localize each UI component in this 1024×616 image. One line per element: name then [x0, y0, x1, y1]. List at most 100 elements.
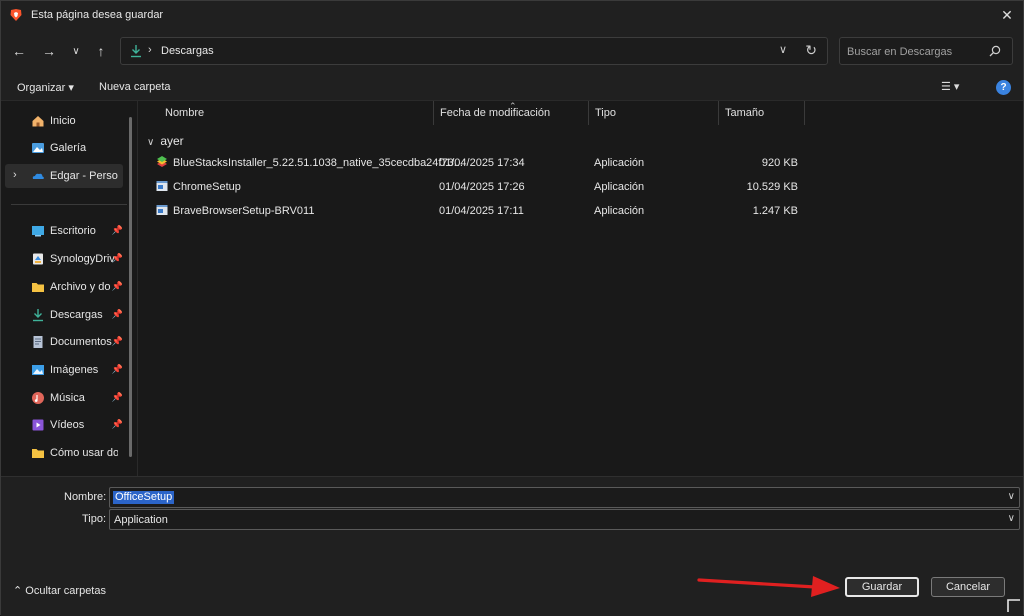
file-name-label: Nombre: [64, 491, 107, 503]
sidebar-item-archivo[interactable]: Archivo y do 📌 [1, 275, 127, 299]
pictures-icon [32, 365, 44, 375]
recent-locations-button[interactable]: ∨ [66, 41, 86, 61]
sidebar-item-como-usar[interactable]: Cómo usar dos [1, 441, 127, 465]
hide-folders-button[interactable]: ⌃ Ocultar carpetas [13, 584, 106, 597]
home-icon [32, 116, 44, 127]
column-header-size[interactable]: Tamaño [719, 101, 805, 125]
address-dropdown-icon[interactable]: ∨ [779, 43, 787, 56]
file-name: BraveBrowserSetup-BRV011 [173, 205, 315, 217]
sidebar-item-onedrive[interactable]: › Edgar - Persona [5, 164, 123, 188]
sidebar-item-partial[interactable] [1, 469, 127, 476]
onedrive-icon [32, 173, 44, 179]
column-header-type[interactable]: Tipo [589, 101, 719, 125]
sidebar-item-inicio[interactable]: Inicio [1, 109, 127, 133]
gallery-icon [32, 143, 44, 153]
brave-logo-icon [10, 9, 22, 21]
breadcrumb-separator: › [148, 44, 152, 56]
file-size: 10.529 KB [746, 181, 798, 193]
new-folder-button[interactable]: Nueva carpeta [99, 81, 171, 93]
pin-icon[interactable]: 📌 [112, 419, 123, 430]
sidebar-item-documentos[interactable]: Documentos 📌 [1, 330, 127, 354]
file-type-value: Application [114, 514, 168, 526]
download-icon [33, 309, 43, 322]
window-title: Esta página desea guardar [31, 9, 164, 21]
back-button[interactable]: ← [9, 41, 29, 61]
organize-menu[interactable]: Organizar ▾ [17, 81, 74, 94]
pin-icon[interactable]: 📌 [112, 336, 123, 347]
chevron-down-icon[interactable]: ∨ [1008, 491, 1015, 502]
sidebar-scrollbar[interactable] [129, 117, 132, 457]
view-options-button[interactable]: ☰ ▾ [941, 80, 975, 96]
file-modified: 01/04/2025 17:26 [439, 181, 525, 193]
save-button[interactable]: Guardar [845, 577, 919, 597]
file-size: 920 KB [761, 157, 798, 169]
annotation-arrow [697, 576, 840, 597]
pin-icon[interactable]: 📌 [112, 364, 123, 375]
file-row[interactable]: ChromeSetup 01/04/2025 17:26 Aplicación … [147, 177, 807, 199]
pin-icon[interactable]: 📌 [112, 281, 123, 292]
resize-grip-icon[interactable] [1006, 597, 1022, 613]
save-options-panel: Nombre: OfficeSetup ∨ Tipo: Application … [1, 476, 1023, 616]
chevron-down-icon[interactable]: ∨ [1008, 513, 1015, 524]
music-icon [32, 392, 44, 404]
chevron-up-icon: ⌃ [13, 585, 26, 597]
arrow-up-icon: ↑ [97, 43, 105, 59]
navigation-pane: Inicio Galería › Edgar - Persona Escrito… [1, 101, 138, 476]
sidebar-item-synology[interactable]: SynologyDriv 📌 [1, 247, 127, 271]
cancel-button[interactable]: Cancelar [931, 577, 1005, 597]
file-name-value[interactable]: OfficeSetup [113, 491, 175, 504]
file-list: Nombre ⌃ Fecha de modificación Tipo Tama… [139, 101, 1023, 476]
download-icon [131, 45, 141, 58]
folder-icon [32, 283, 44, 292]
file-size: 1.247 KB [752, 205, 798, 217]
command-bar: Organizar ▾ Nueva carpeta ☰ ▾ ? [1, 73, 1023, 101]
installer-icon [156, 181, 168, 191]
arrow-right-icon: → [42, 43, 56, 59]
file-name: ChromeSetup [173, 181, 241, 193]
file-type: Aplicación [594, 205, 645, 217]
pin-icon[interactable]: 📌 [112, 253, 123, 264]
forward-button[interactable]: → [39, 41, 59, 61]
file-modified: 01/04/2025 17:11 [439, 205, 524, 217]
group-header-ayer[interactable]: ∨ ayer [147, 134, 184, 148]
file-name-field[interactable]: OfficeSetup ∨ [109, 487, 1020, 508]
sidebar-item-imagenes[interactable]: Imágenes 📌 [1, 358, 127, 382]
folder-icon [32, 449, 44, 458]
file-type-select[interactable]: Application ∨ [109, 509, 1020, 530]
column-header-modified[interactable]: Fecha de modificación [434, 101, 589, 125]
pin-icon[interactable]: 📌 [112, 392, 123, 403]
refresh-icon[interactable]: ↻ [805, 42, 817, 59]
pin-icon[interactable]: 📌 [112, 225, 123, 236]
file-row[interactable]: BlueStacksInstaller_5.22.51.1038_native_… [147, 153, 807, 175]
save-dialog: Esta página desea guardar ✕ ← → ∨ ↑ › De… [0, 0, 1024, 616]
sidebar-item-musica[interactable]: Música 📌 [1, 386, 127, 410]
column-header-name[interactable]: Nombre [159, 101, 434, 125]
close-icon: ✕ [1001, 6, 1013, 23]
address-bar[interactable]: › Descargas ∨ ↻ [120, 37, 828, 65]
chevron-down-icon: ∨ [147, 137, 155, 148]
bluestacks-icon [157, 156, 167, 167]
sidebar-item-galeria[interactable]: Galería [1, 136, 127, 160]
synology-icon [33, 253, 43, 265]
arrow-left-icon: ← [12, 43, 26, 59]
pin-icon[interactable]: 📌 [112, 309, 123, 320]
sidebar-item-descargas[interactable]: Descargas 📌 [1, 303, 127, 327]
file-name: BlueStacksInstaller_5.22.51.1038_native_… [173, 157, 463, 169]
documents-icon [33, 336, 43, 348]
chevron-down-icon: ∨ [72, 45, 80, 57]
sidebar-item-escritorio[interactable]: Escritorio 📌 [1, 219, 127, 243]
help-icon[interactable]: ? [996, 80, 1011, 95]
file-modified: 01/04/2025 17:34 [439, 157, 525, 169]
up-button[interactable]: ↑ [91, 41, 111, 61]
search-icon[interactable] [988, 44, 1002, 58]
desktop-icon [32, 226, 44, 237]
file-row[interactable]: BraveBrowserSetup-BRV011 01/04/2025 17:1… [147, 201, 807, 223]
installer-icon [156, 205, 168, 215]
sidebar-item-videos[interactable]: Vídeos 📌 [1, 413, 127, 437]
chevron-right-icon[interactable]: › [13, 169, 17, 181]
search-input[interactable] [847, 44, 987, 60]
close-button[interactable]: ✕ [997, 5, 1017, 25]
search-box[interactable] [839, 37, 1013, 65]
breadcrumb-descargas[interactable]: Descargas [161, 45, 214, 57]
title-bar: Esta página desea guardar ✕ [1, 1, 1023, 29]
